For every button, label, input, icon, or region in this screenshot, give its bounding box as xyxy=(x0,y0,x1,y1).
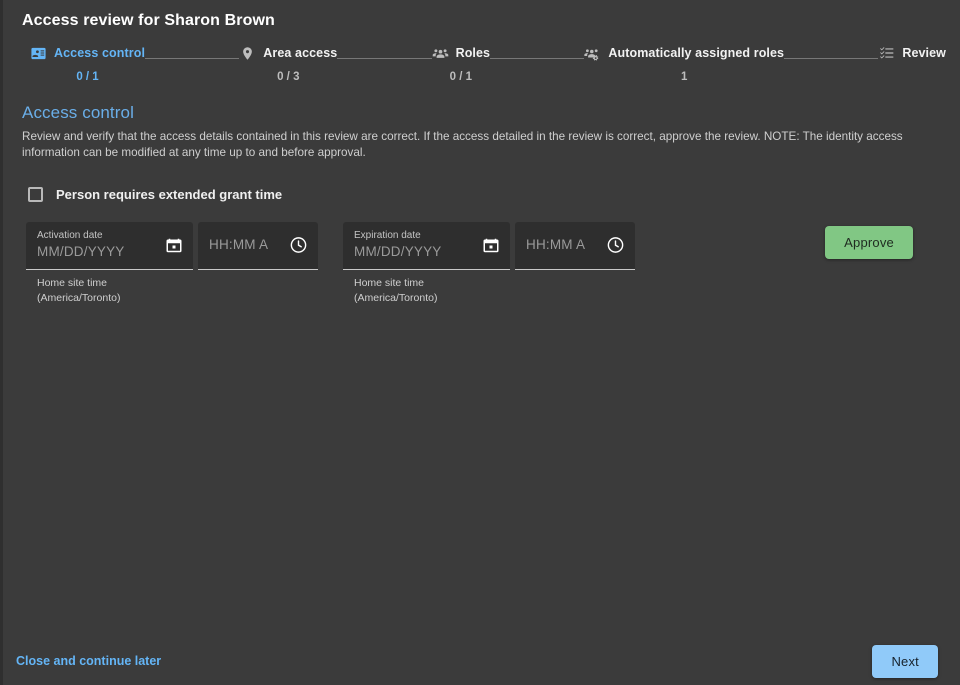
extended-grant-time-checkbox[interactable] xyxy=(28,186,43,202)
expiration-helper-line1: Home site time xyxy=(354,276,425,289)
step-head: Review xyxy=(878,44,946,62)
access-review-wizard: Access review for Sharon Brown Access co… xyxy=(0,0,960,685)
step-area-access[interactable]: Area access 0 / 3 xyxy=(239,44,337,83)
step-label: Access control xyxy=(54,46,146,60)
wizard-header: Access review for Sharon Brown Access co… xyxy=(0,0,960,83)
section-title: Access control xyxy=(22,103,134,122)
section-description: Review and verify that the access detail… xyxy=(22,130,903,159)
activation-date-field[interactable]: Activation date MM/DD/YYYY xyxy=(26,221,193,270)
next-button[interactable]: Next xyxy=(872,644,938,678)
step-connector xyxy=(784,58,879,59)
group-icon xyxy=(432,45,449,62)
extended-grant-time-checkbox-row[interactable]: Person requires extended grant time xyxy=(13,186,283,202)
expiration-helper-line2: (America/Toronto) xyxy=(354,292,438,305)
location-pin-icon xyxy=(239,45,256,62)
close-and-continue-later-button[interactable]: Close and continue later xyxy=(13,650,164,672)
step-count: 1 xyxy=(681,71,688,83)
step-head: Automatically assigned roles xyxy=(584,44,784,62)
step-automatically-assigned-roles[interactable]: Automatically assigned roles 1 xyxy=(584,44,784,83)
wizard-body: Access control Review and verify that th… xyxy=(0,83,960,637)
activation-time-input[interactable]: HH:MM A xyxy=(209,237,280,253)
step-head: Roles xyxy=(432,44,491,62)
extended-grant-time-label: Person requires extended grant time xyxy=(56,186,283,202)
step-connector xyxy=(337,58,432,59)
step-label: Area access xyxy=(263,46,338,60)
grant-time-fields: Activation date MM/DD/YYYY HH:MM A Home … xyxy=(13,221,938,308)
wizard-footer: Close and continue later Next xyxy=(0,637,960,685)
expiration-date-label: Expiration date xyxy=(354,230,421,242)
step-roles[interactable]: Roles 0 / 1 xyxy=(432,44,491,83)
step-review[interactable]: Review xyxy=(878,44,946,71)
checklist-icon xyxy=(878,45,895,62)
wizard-stepper: Access control 0 / 1 Area access 0 / 3 R… xyxy=(0,44,960,83)
expiration-time-field[interactable]: HH:MM A xyxy=(515,221,635,270)
step-count: 0 / 1 xyxy=(76,71,99,83)
badge-icon xyxy=(30,45,47,62)
step-count: 0 / 1 xyxy=(449,71,473,83)
step-head: Access control xyxy=(30,44,145,62)
expiration-date-input[interactable]: MM/DD/YYYY xyxy=(354,244,472,260)
activation-time-field[interactable]: HH:MM A xyxy=(198,221,318,270)
calendar-icon[interactable] xyxy=(164,236,183,255)
expiration-time-input[interactable]: HH:MM A xyxy=(526,237,597,253)
expiration-field-pair: Expiration date MM/DD/YYYY HH:MM A xyxy=(343,221,635,270)
activation-date-input[interactable]: MM/DD/YYYY xyxy=(37,244,155,260)
clock-icon[interactable] xyxy=(606,236,625,255)
step-label: Roles xyxy=(455,46,491,60)
activation-date-label: Activation date xyxy=(37,230,103,242)
activation-field-pair: Activation date MM/DD/YYYY HH:MM A xyxy=(26,221,318,270)
activation-helper-line1: Home site time xyxy=(37,276,108,289)
calendar-icon[interactable] xyxy=(481,236,500,255)
step-count: 0 / 3 xyxy=(277,71,300,83)
expiration-field-group: Expiration date MM/DD/YYYY HH:MM A Home … xyxy=(343,221,635,308)
activation-field-group: Activation date MM/DD/YYYY HH:MM A Home … xyxy=(26,221,318,308)
left-edge-rail xyxy=(0,0,3,685)
step-access-control[interactable]: Access control 0 / 1 xyxy=(30,44,145,83)
step-head: Area access xyxy=(239,44,337,62)
step-label: Automatically assigned roles xyxy=(608,46,785,60)
activation-helper-line2: (America/Toronto) xyxy=(37,292,121,305)
clock-icon[interactable] xyxy=(289,236,308,255)
expiration-date-field[interactable]: Expiration date MM/DD/YYYY xyxy=(343,221,510,270)
step-label: Review xyxy=(902,46,947,60)
step-connector xyxy=(145,58,240,59)
approve-button-wrap: Approve xyxy=(825,222,938,259)
step-connector xyxy=(490,58,585,59)
page-title: Access review for Sharon Brown xyxy=(22,12,275,29)
approve-button[interactable]: Approve xyxy=(825,225,913,259)
group-gear-icon xyxy=(584,45,601,62)
